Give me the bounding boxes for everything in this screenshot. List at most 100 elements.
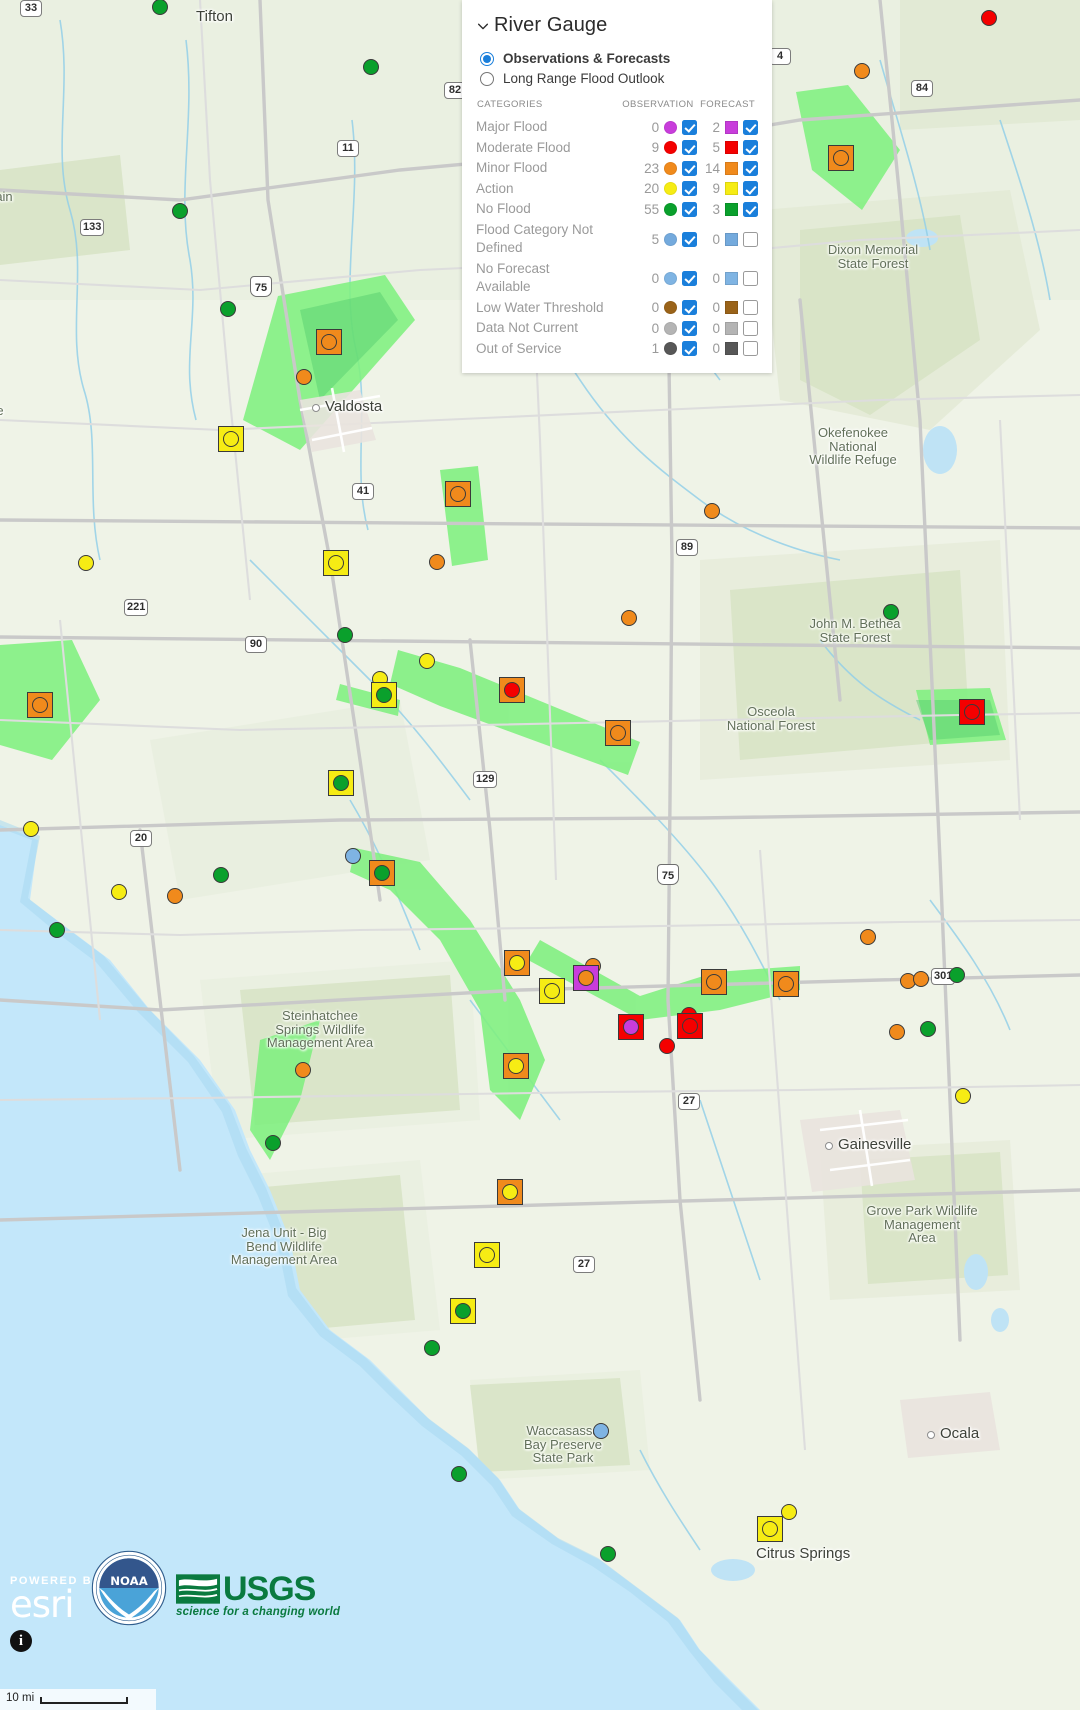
river-gauge-marker[interactable] bbox=[499, 677, 525, 703]
river-gauge-marker[interactable] bbox=[218, 426, 244, 452]
legend-forecast-checkbox[interactable] bbox=[743, 341, 758, 357]
river-gauge-marker[interactable] bbox=[854, 63, 870, 79]
river-gauge-marker[interactable] bbox=[328, 770, 354, 796]
gauge-observation-dot bbox=[883, 604, 899, 620]
legend-observation-checkbox[interactable] bbox=[682, 119, 698, 135]
river-gauge-marker[interactable] bbox=[539, 978, 565, 1004]
river-gauge-marker[interactable] bbox=[883, 604, 899, 620]
legend-forecast-checkbox[interactable] bbox=[743, 201, 758, 217]
river-gauge-marker[interactable] bbox=[371, 682, 397, 708]
legend-observation-checkbox[interactable] bbox=[682, 201, 698, 217]
gauge-observation-dot bbox=[295, 1062, 311, 1078]
river-gauge-marker[interactable] bbox=[955, 1088, 971, 1104]
legend-forecast-checkbox[interactable] bbox=[743, 160, 758, 176]
river-gauge-marker[interactable] bbox=[450, 1298, 476, 1324]
gauge-observation-dot bbox=[328, 555, 344, 571]
river-gauge-marker[interactable] bbox=[860, 929, 876, 945]
river-gauge-marker[interactable] bbox=[504, 950, 530, 976]
river-gauge-marker[interactable] bbox=[445, 481, 471, 507]
legend-forecast-checkbox[interactable] bbox=[743, 119, 758, 135]
chevron-down-icon[interactable] bbox=[476, 19, 490, 33]
river-gauge-marker[interactable] bbox=[429, 554, 445, 570]
river-gauge-marker[interactable] bbox=[605, 720, 631, 746]
river-gauge-marker[interactable] bbox=[296, 369, 312, 385]
river-gauge-marker[interactable] bbox=[213, 867, 229, 883]
mode-option-long-range-flood-outlook[interactable]: Long Range Flood Outlook bbox=[480, 71, 758, 86]
river-gauge-marker[interactable] bbox=[677, 1013, 703, 1039]
legend-observation-checkbox[interactable] bbox=[682, 181, 698, 197]
river-gauge-marker[interactable] bbox=[959, 699, 985, 725]
river-gauge-marker[interactable] bbox=[593, 1423, 609, 1439]
header-forecast: FORECAST bbox=[700, 99, 756, 110]
river-gauge-marker[interactable] bbox=[828, 145, 854, 171]
radio-observations-forecasts[interactable] bbox=[480, 51, 494, 66]
river-gauge-marker[interactable] bbox=[295, 1062, 311, 1078]
river-gauge-marker[interactable] bbox=[167, 888, 183, 904]
river-gauge-marker[interactable] bbox=[781, 1504, 797, 1520]
legend-forecast-checkbox[interactable] bbox=[743, 320, 758, 336]
river-gauge-marker[interactable] bbox=[111, 884, 127, 900]
river-gauge-marker[interactable] bbox=[152, 0, 168, 15]
river-gauge-marker[interactable] bbox=[600, 1546, 616, 1562]
river-gauge-marker[interactable] bbox=[337, 627, 353, 643]
river-gauge-marker[interactable] bbox=[451, 1466, 467, 1482]
legend-row: Major Flood 0 2 bbox=[476, 117, 758, 138]
river-gauge-marker[interactable] bbox=[369, 860, 395, 886]
river-gauge-marker[interactable] bbox=[503, 1053, 529, 1079]
river-gauge-marker[interactable] bbox=[704, 503, 720, 519]
legend-forecast-checkbox[interactable] bbox=[743, 270, 758, 286]
river-gauge-marker[interactable] bbox=[345, 848, 361, 864]
legend-observation-count: 55 bbox=[644, 201, 660, 217]
gauge-observation-dot bbox=[49, 922, 65, 938]
river-gauge-marker[interactable] bbox=[424, 1340, 440, 1356]
river-gauge-marker[interactable] bbox=[23, 821, 39, 837]
legend-observation-checkbox[interactable] bbox=[682, 140, 698, 156]
river-gauge-marker[interactable] bbox=[49, 922, 65, 938]
river-gauge-marker[interactable] bbox=[913, 971, 929, 987]
mode-option-observations-forecasts[interactable]: Observations & Forecasts bbox=[480, 51, 758, 66]
river-gauge-marker[interactable] bbox=[659, 1038, 675, 1054]
header-observation: OBSERVATION bbox=[622, 99, 694, 110]
river-gauge-marker[interactable] bbox=[618, 1014, 644, 1040]
legend-forecast-checkbox[interactable] bbox=[743, 231, 758, 247]
river-gauge-marker[interactable] bbox=[78, 555, 94, 571]
legend-observation-checkbox[interactable] bbox=[682, 320, 698, 336]
river-gauge-marker[interactable] bbox=[621, 610, 637, 626]
river-gauge-marker[interactable] bbox=[573, 965, 599, 991]
legend-observation-checkbox[interactable] bbox=[682, 300, 698, 316]
legend-forecast-cell: 5 bbox=[697, 138, 758, 159]
legend-forecast-checkbox[interactable] bbox=[743, 300, 758, 316]
river-gauge-marker[interactable] bbox=[27, 692, 53, 718]
river-gauge-marker[interactable] bbox=[497, 1179, 523, 1205]
svg-text:NOAA: NOAA bbox=[110, 1574, 148, 1588]
river-gauge-marker[interactable] bbox=[920, 1021, 936, 1037]
river-gauge-marker[interactable] bbox=[889, 1024, 905, 1040]
river-gauge-marker[interactable] bbox=[363, 59, 379, 75]
river-gauge-marker[interactable] bbox=[220, 301, 236, 317]
river-gauge-marker[interactable] bbox=[419, 653, 435, 669]
river-gauge-marker[interactable] bbox=[701, 969, 727, 995]
river-gauge-marker[interactable] bbox=[172, 203, 188, 219]
river-gauge-marker[interactable] bbox=[773, 971, 799, 997]
legend-observation-swatch bbox=[664, 321, 678, 335]
river-gauge-marker[interactable] bbox=[265, 1135, 281, 1151]
legend-observation-checkbox[interactable] bbox=[682, 341, 698, 357]
legend-observation-checkbox[interactable] bbox=[682, 231, 698, 247]
legend-forecast-cell: 9 bbox=[697, 179, 758, 200]
river-gauge-marker[interactable] bbox=[757, 1516, 783, 1542]
legend-forecast-cell: 0 bbox=[697, 298, 758, 319]
river-gauge-marker[interactable] bbox=[323, 550, 349, 576]
legend-forecast-checkbox[interactable] bbox=[743, 181, 758, 197]
legend-forecast-cell: 14 bbox=[697, 158, 758, 179]
river-gauge-marker[interactable] bbox=[949, 967, 965, 983]
legend-observation-checkbox[interactable] bbox=[682, 270, 698, 286]
legend-category-label: No Flood bbox=[476, 201, 531, 216]
gauge-observation-dot bbox=[610, 725, 626, 741]
radio-long-range-flood-outlook[interactable] bbox=[480, 71, 494, 86]
info-icon[interactable]: i bbox=[10, 1630, 32, 1652]
legend-observation-checkbox[interactable] bbox=[682, 160, 698, 176]
legend-forecast-checkbox[interactable] bbox=[743, 140, 758, 156]
river-gauge-marker[interactable] bbox=[981, 10, 997, 26]
river-gauge-marker[interactable] bbox=[474, 1242, 500, 1268]
river-gauge-marker[interactable] bbox=[316, 329, 342, 355]
